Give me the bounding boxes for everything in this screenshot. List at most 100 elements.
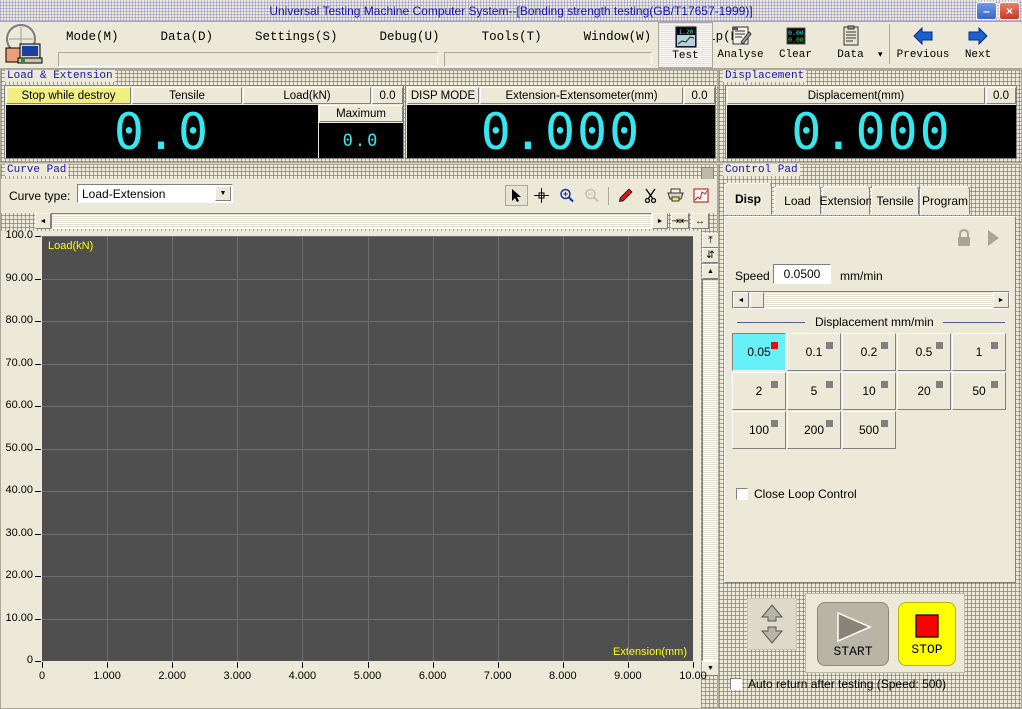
speed-button-100[interactable]: 100 [732,411,786,449]
close-button[interactable]: × [999,2,1020,20]
chart-hscroll-right-icon: ► [656,217,664,225]
speed-button-1[interactable]: 1 [952,333,1006,371]
tab-load-label: Load [784,193,811,208]
speed-button-0-1[interactable]: 0.1 [787,333,841,371]
curve-pad-group-label: Curve Pad [5,164,69,176]
title-bar: Universal Testing Machine Computer Syste… [0,0,1022,22]
speed-input[interactable]: 0.0500 [773,264,831,284]
chart-hscroll-left-button[interactable]: ◄ [35,213,51,229]
curve-graph-icon[interactable] [689,185,712,206]
crosshair-icon[interactable] [530,185,553,206]
speed-button-label: 0.1 [805,345,823,359]
chart-expand-width-button[interactable]: ↔ [691,213,709,229]
toolbar-button-data[interactable]: Data [823,22,878,68]
menu-item-settings[interactable]: Settings(S) [245,27,348,47]
chart-hscrollbar[interactable] [51,213,652,229]
scissors-icon[interactable] [639,185,662,206]
speed-slider-track[interactable] [765,292,993,308]
speed-button-label: 5 [810,384,818,398]
close-loop-control-checkbox[interactable]: Close Loop Control [736,487,857,501]
pointer-arrow-icon[interactable] [505,185,528,206]
speed-button-10[interactable]: 10 [842,372,896,410]
chart-hscroll-right-button[interactable]: ► [652,213,668,229]
speed-slider-thumb[interactable] [750,292,764,308]
toolbar-button-test[interactable]: 1.20 Test [658,22,713,68]
chart-xtick-label: 9.000 [614,670,642,682]
chart-plot-area[interactable]: Load(kN) Extension(mm) [42,236,693,661]
auto-return-checkbox[interactable]: Auto return after testing (Speed: 500) [730,677,946,691]
chart-vscrollbar[interactable] [702,279,719,661]
chart-xtick-label: 3.000 [223,670,252,682]
start-button[interactable]: START [817,602,889,666]
section-label: Displacement mm/min [815,315,934,329]
speed-button-2[interactable]: 2 [732,372,786,410]
menu-item-mode[interactable]: Mode(M) [56,27,129,47]
chart-ytick-label: 50.00 [5,441,33,454]
chart-xtick-label: 8.000 [549,670,577,682]
previous-arrow-icon [912,25,934,47]
toolbar-button-previous[interactable]: Previous [896,22,951,68]
speed-button-20[interactable]: 20 [897,372,951,410]
tab-disp[interactable]: Disp [724,183,772,215]
pen-icon[interactable] [614,185,637,206]
speed-button-0-5[interactable]: 0.5 [897,333,951,371]
stop-button[interactable]: STOP [898,602,956,666]
load-extension-group: Load & Extension Stop while destroy Tens… [0,70,718,163]
chart-xtick-mark [42,662,43,668]
menu-item-debug[interactable]: Debug(U) [370,27,450,47]
lock-icon[interactable] [955,229,973,250]
curve-pad-group: Curve Pad Curve type: Load-Extension ▼ ◄… [0,164,732,709]
menu-item-tools[interactable]: Tools(T) [472,27,552,47]
speed-button-200[interactable]: 200 [787,411,841,449]
speed-button-0-05[interactable]: 0.05 [732,333,786,371]
menu-item-data[interactable]: Data(D) [151,27,224,47]
toolbar-button-analyse[interactable]: Analyse [713,22,768,68]
minimize-button[interactable]: – [976,2,997,20]
play-icon[interactable] [985,229,1001,250]
test-mode-label: Tensile [132,87,242,104]
tab-program-label: Program [921,193,968,208]
tab-extension[interactable]: Extension [820,186,872,215]
maximum-lcd-value: 0.0 [319,123,403,158]
toolbar-dropdown-icon[interactable]: ▾ [878,49,883,60]
tab-load[interactable]: Load [774,186,821,215]
auto-return-checkbox-box[interactable] [730,678,742,690]
speed-slider-left-button[interactable]: ◄ [733,292,749,308]
chart-series [42,236,693,661]
curve-type-select[interactable]: Load-Extension ▼ [77,184,233,203]
speed-button-500[interactable]: 500 [842,411,896,449]
zoom-in-icon[interactable] [555,185,578,206]
control-pad-tabs: Disp Load Extension Tensile Program [724,183,1020,217]
chart-ytick-label: 40.00 [5,484,33,496]
tab-program[interactable]: Program [920,186,970,215]
chart-ytick-mark [35,236,41,237]
speed-button-50[interactable]: 50 [952,372,1006,410]
toolbar-button-clear[interactable]: 0.00 0.00 Clear [768,22,823,68]
jog-control[interactable] [747,598,797,650]
chart-vscroll-up-button[interactable]: ▲ [702,264,719,279]
toolbar-label-next: Next [964,49,992,61]
speed-slider-right-button[interactable]: ► [993,292,1009,308]
speed-slider[interactable]: ◄ ► [732,291,1010,309]
close-loop-checkbox-box[interactable] [736,488,748,500]
speed-button-5[interactable]: 5 [787,372,841,410]
zoom-out-icon[interactable] [580,185,603,206]
chart-ytick-mark [35,491,41,492]
chevron-down-icon[interactable]: ▼ [215,186,231,201]
play-triangle-icon [837,611,872,642]
chart-fit-height-button[interactable]: ⤒ [702,233,719,248]
speed-label: Speed [735,269,770,283]
printer-icon[interactable] [664,185,687,206]
speed-button-led [826,342,833,349]
speed-button-0-2[interactable]: 0.2 [842,333,896,371]
chart-expand-height-button[interactable]: ⇵ [702,248,719,263]
section-divider-left [737,322,805,323]
displacement-lcd-value: 0.000 [727,103,1016,161]
toolbar-button-next[interactable]: Next [951,22,1006,68]
chart-fit-width-button[interactable]: ⇥⇤ [671,213,689,229]
stop-square-icon [915,613,939,638]
chart-tools [505,185,737,206]
menu-item-window[interactable]: Window(W) [574,27,662,47]
toolbar-label-previous: Previous [896,49,950,61]
tab-tensile[interactable]: Tensile [871,186,919,215]
